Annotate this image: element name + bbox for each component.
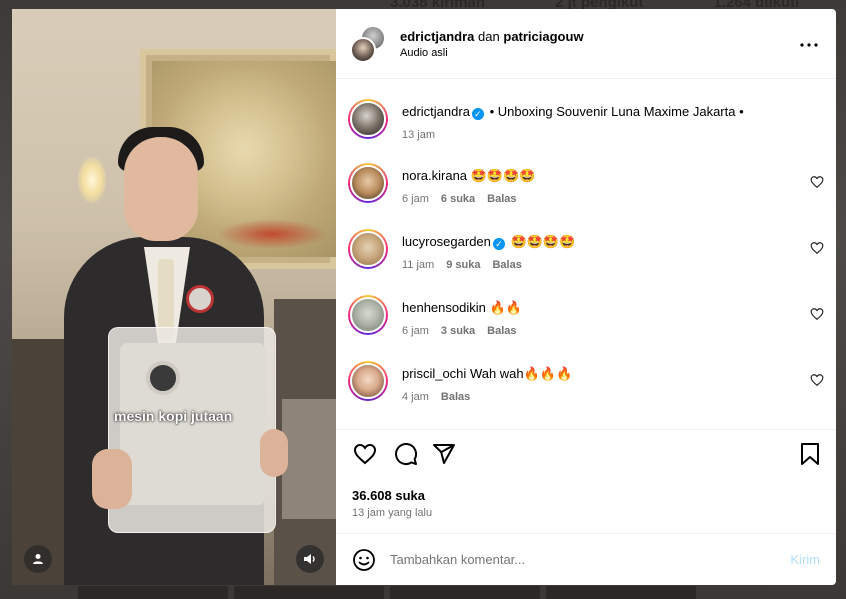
share-send-icon[interactable] (432, 442, 456, 466)
machine-dial (146, 361, 180, 395)
comment-bubble-icon[interactable] (394, 442, 418, 466)
coauthor-username[interactable]: patriciagouw (503, 29, 583, 44)
coffee-machine (120, 343, 266, 505)
reply-button[interactable]: Balas (492, 259, 521, 271)
video-caption: mesin kopi jutaan (114, 408, 233, 424)
comment-likes[interactable]: 9 suka (446, 259, 480, 271)
post-details-panel: edrictjandra dan patriciagouw Audio asli… (336, 9, 836, 585)
reply-button[interactable]: Balas (487, 325, 516, 337)
comment-text: 🔥🔥 (489, 300, 522, 315)
comment-time[interactable]: 6 jam (402, 325, 429, 337)
comment-likes[interactable]: 6 suka (441, 193, 475, 205)
action-icons (352, 442, 822, 468)
comment-time[interactable]: 4 jam (402, 391, 429, 403)
user-icon (33, 554, 43, 564)
person-face (124, 137, 198, 241)
tagged-users-button[interactable] (24, 545, 52, 573)
comments-list: edrictjandra ✓ • Unboxing Souvenir Luna M… (336, 79, 836, 429)
avatar (350, 36, 376, 63)
comment-like-heart-icon[interactable] (810, 241, 824, 255)
avatar[interactable] (348, 99, 388, 139)
profile-grid (78, 586, 696, 599)
verified-badge-icon: ✓ (492, 238, 505, 250)
comment-input[interactable] (390, 552, 770, 567)
comment-username[interactable]: edrictjandra (402, 104, 470, 119)
wall-lamp (78, 157, 106, 203)
comment-username[interactable]: priscil_ochi (402, 366, 466, 381)
comment-username[interactable]: nora.kirana (402, 168, 467, 183)
collab-connector: dan (478, 28, 500, 44)
comment-username[interactable]: lucyrosegarden (402, 234, 491, 249)
sofa (282, 399, 336, 519)
reply-button[interactable]: Balas (441, 391, 470, 403)
verified-badge-icon: ✓ (471, 108, 484, 120)
avatar[interactable] (348, 229, 388, 269)
comment-text: Wah wah🔥🔥🔥 (469, 366, 573, 381)
comment-time[interactable]: 6 jam (402, 193, 429, 205)
comment-text: 🤩🤩🤩🤩 (470, 168, 536, 183)
painting-detail (217, 219, 327, 249)
person-hand-left (92, 449, 132, 509)
audio-toggle-button[interactable] (296, 545, 324, 573)
comment-like-heart-icon[interactable] (810, 307, 824, 321)
comment-composer: Kirim (336, 533, 836, 585)
grid-thumbnail[interactable] (234, 586, 384, 599)
comment-time[interactable]: 11 jam (402, 259, 434, 271)
post-header: edrictjandra dan patriciagouw Audio asli (336, 9, 836, 79)
avatar[interactable] (348, 163, 388, 203)
more-options-button[interactable] (800, 36, 818, 47)
avatar[interactable] (348, 295, 388, 335)
emoji-picker-icon[interactable] (352, 548, 376, 572)
reel-video[interactable]: mesin kopi jutaan (12, 9, 336, 585)
author-username[interactable]: edrictjandra (400, 29, 474, 44)
speaker-icon (304, 554, 315, 564)
comment-username[interactable]: henhensodikin (402, 300, 486, 315)
collab-title: edrictjandra dan patriciagouw (400, 29, 584, 44)
post-time[interactable]: 13 jam yang lalu (352, 507, 432, 519)
audio-label[interactable]: Audio asli (400, 47, 584, 59)
likes-count[interactable]: 36.608 suka (352, 488, 425, 503)
reply-button[interactable]: Balas (487, 193, 516, 205)
collab-avatars[interactable] (350, 24, 388, 63)
grid-thumbnail[interactable] (546, 586, 696, 599)
post-actions: 36.608 suka 13 jam yang lalu (336, 429, 836, 533)
post-comment-button[interactable]: Kirim (790, 552, 820, 567)
avatar[interactable] (348, 361, 388, 401)
brooch (186, 285, 214, 313)
comment-like-heart-icon[interactable] (810, 373, 824, 387)
grid-thumbnail[interactable] (78, 586, 228, 599)
comment-like-heart-icon[interactable] (810, 175, 824, 189)
comment-text: 🤩🤩🤩🤩 (510, 234, 576, 249)
caption-text: • Unboxing Souvenir Luna Maxime Jakarta … (489, 104, 744, 119)
comment-likes[interactable]: 3 suka (441, 325, 475, 337)
person-hand-right (260, 429, 288, 477)
more-icon (800, 43, 818, 47)
like-heart-icon[interactable] (352, 442, 378, 466)
grid-thumbnail[interactable] (390, 586, 540, 599)
comment-time[interactable]: 13 jam (402, 129, 435, 141)
save-bookmark-icon[interactable] (800, 442, 820, 466)
